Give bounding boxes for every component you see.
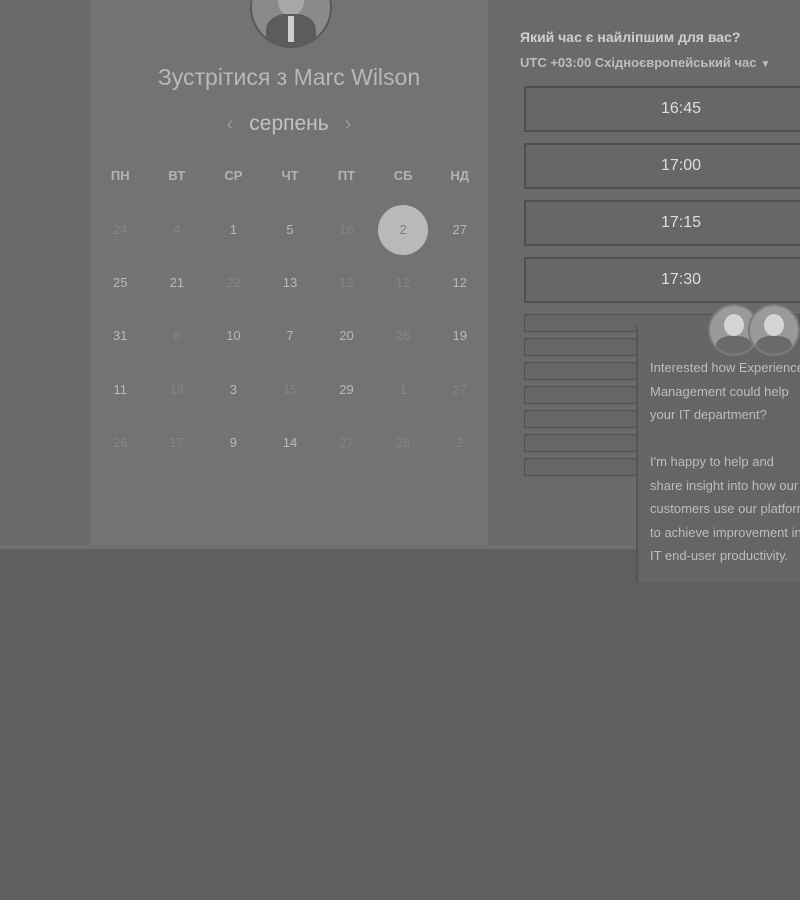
calendar-day[interactable]: 19: [431, 309, 488, 362]
calendar-day: 17: [169, 434, 185, 450]
weekday-sat: СБ: [393, 168, 413, 183]
calendar-day[interactable]: 11: [92, 363, 149, 416]
weekday-tue: ВТ: [168, 168, 186, 183]
time-slot-button[interactable]: 17:15: [524, 200, 800, 246]
weekday-thu: ЧТ: [281, 168, 299, 183]
calendar-day[interactable]: 7: [262, 309, 319, 362]
calendar-day[interactable]: 27: [431, 203, 488, 256]
calendar-day: 16: [339, 222, 354, 238]
calendar-day: 18: [169, 381, 185, 397]
weekday-mon: ПН: [110, 168, 130, 183]
calendar-day-selected[interactable]: 2: [375, 203, 432, 256]
chat-agent-avatars: [708, 300, 800, 356]
calendar-day: 12: [339, 275, 354, 291]
month-label: серпень: [249, 112, 329, 135]
calendar-day: 22: [226, 275, 241, 291]
weekday-wed: СР: [224, 168, 243, 183]
chevron-right-icon[interactable]: ›: [345, 113, 352, 136]
timezone-label: UTC +03:00 Східноєвропейський час: [520, 55, 757, 70]
agent-avatar: [748, 304, 800, 356]
calendar-day[interactable]: 25: [92, 256, 149, 309]
calendar-day: 12: [395, 275, 411, 291]
weekday-header: ПН ВТ СР ЧТ ПТ СБ НД: [92, 168, 488, 183]
chevron-down-icon: ▼: [760, 59, 771, 70]
calendar-day: 1: [399, 381, 407, 397]
timezone-select[interactable]: UTC +03:00 Східноєвропейський час ▼: [520, 55, 800, 70]
chat-message: Interested how Experience Management cou…: [650, 360, 800, 563]
time-question: Який час є найліпшим для вас?: [520, 29, 741, 45]
calendar-day[interactable]: 3: [205, 363, 262, 416]
meeting-title: Зустрітися з Marc Wilson: [157, 64, 421, 90]
time-slot-button[interactable]: 16:45: [524, 86, 800, 132]
calendar-day[interactable]: 5: [262, 203, 319, 256]
calendar-day[interactable]: 13: [262, 256, 319, 309]
calendar-day[interactable]: 12: [431, 256, 488, 309]
calendar-day: 26: [395, 328, 411, 344]
chevron-left-icon[interactable]: ‹: [227, 113, 234, 136]
calendar-day: 26: [113, 434, 128, 450]
calendar-day[interactable]: 14: [262, 416, 319, 469]
calendar-day: 27: [339, 434, 354, 450]
calendar-day[interactable]: 21: [149, 256, 206, 309]
calendar-day: 24: [113, 222, 128, 238]
calendar-day[interactable]: 31: [92, 309, 149, 362]
calendar-day: 4: [173, 222, 181, 238]
calendar-day: 8: [173, 328, 181, 344]
calendar-day[interactable]: 1: [205, 203, 262, 256]
calendar-day[interactable]: 9: [205, 416, 262, 469]
calendar-day[interactable]: 29: [318, 363, 375, 416]
calendar-day[interactable]: 10: [205, 309, 262, 362]
time-slot-button[interactable]: 17:00: [524, 143, 800, 189]
calendar-day: 27: [452, 381, 467, 397]
time-slot-button[interactable]: 17:30: [524, 257, 800, 303]
calendar-day: 2: [456, 434, 464, 450]
calendar-grid: 24 4 1 5 16 2 27 25 21 22 13 12 12 12 31…: [92, 203, 488, 469]
weekday-sun: НД: [450, 168, 470, 183]
calendar-day: 15: [282, 381, 298, 397]
month-navigation: ‹ серпень ›: [90, 110, 488, 138]
weekday-fri: ПТ: [337, 168, 356, 183]
calendar-day[interactable]: 20: [318, 309, 375, 362]
calendar-day: 28: [395, 434, 411, 450]
